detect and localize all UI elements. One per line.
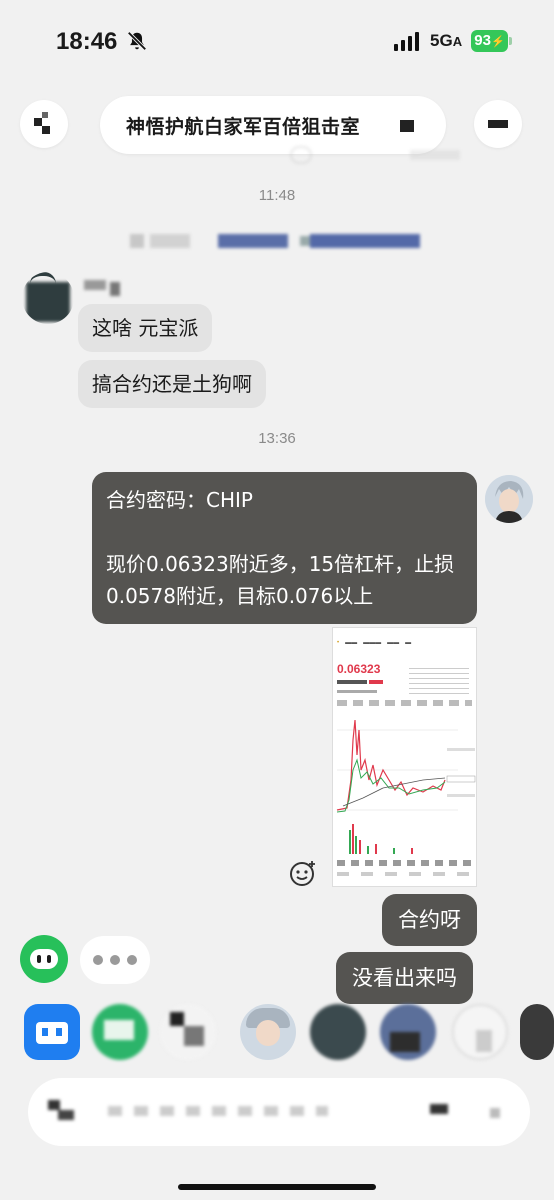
timestamp: 13:36 [258, 430, 296, 447]
system-notice [130, 230, 430, 252]
typing-indicator [80, 936, 150, 984]
shared-image[interactable]: • ▬▬ ▬▬▬ ▬▬ ▬ 0.06323 [332, 627, 477, 887]
anime-avatar-icon [485, 475, 533, 523]
strip-avatar[interactable] [520, 1004, 554, 1060]
more-button[interactable] [474, 100, 522, 148]
message-input[interactable] [28, 1078, 530, 1146]
member-preview [290, 146, 460, 164]
input-placeholder [108, 1106, 328, 1116]
strip-avatar[interactable] [380, 1004, 436, 1060]
contract-code-line: 合约密码：CHIP [106, 488, 253, 512]
outgoing-message[interactable]: 合约密码：CHIP 现价0.06323附近多，15倍杠杆，止损0.0578附近，… [92, 472, 477, 624]
volume-bars-thumbnail [349, 824, 413, 854]
status-bar: 18:46 5GA 93⚡ [0, 0, 554, 80]
price-readout: 0.06323 [337, 662, 381, 676]
strip-avatar[interactable] [160, 1004, 216, 1060]
bot-face-icon [30, 949, 58, 969]
outgoing-message[interactable]: 没看出来吗 [336, 952, 473, 1004]
trade-plan-line: 现价0.06323附近多，15倍杠杆，止损0.0578附近，目标0.076以上 [106, 552, 455, 608]
strip-avatar[interactable] [92, 1004, 148, 1060]
title-badge [400, 120, 414, 132]
my-avatar[interactable] [485, 475, 533, 523]
quick-avatar-strip [0, 1004, 554, 1066]
sender-name [84, 280, 124, 296]
signal-icon [394, 32, 419, 51]
strip-avatar[interactable] [452, 1004, 508, 1060]
strip-avatar[interactable] [240, 1004, 296, 1060]
back-button[interactable] [20, 100, 68, 148]
network-label: 5GA [430, 31, 463, 50]
status-time: 18:46 [56, 28, 118, 55]
incoming-message[interactable]: 这啥 元宝派 [78, 304, 213, 352]
outgoing-message[interactable]: 合约呀 [382, 894, 477, 946]
battery-charging-icon: 93⚡ [471, 30, 512, 52]
strip-app-icon[interactable] [24, 1004, 80, 1060]
sender-avatar[interactable] [22, 272, 74, 324]
emoji-add-icon[interactable] [288, 858, 318, 888]
bot-avatar[interactable] [20, 935, 68, 983]
chat-title: 神悟护航白家军百倍狙击室 [126, 116, 361, 138]
candlestick-chart-thumbnail [336, 719, 476, 813]
strip-avatar[interactable] [310, 1004, 366, 1060]
bell-muted-icon [127, 31, 147, 51]
timestamp: 11:48 [258, 187, 296, 204]
incoming-message[interactable]: 搞合约还是土狗啊 [78, 360, 266, 408]
home-indicator[interactable] [178, 1184, 376, 1190]
